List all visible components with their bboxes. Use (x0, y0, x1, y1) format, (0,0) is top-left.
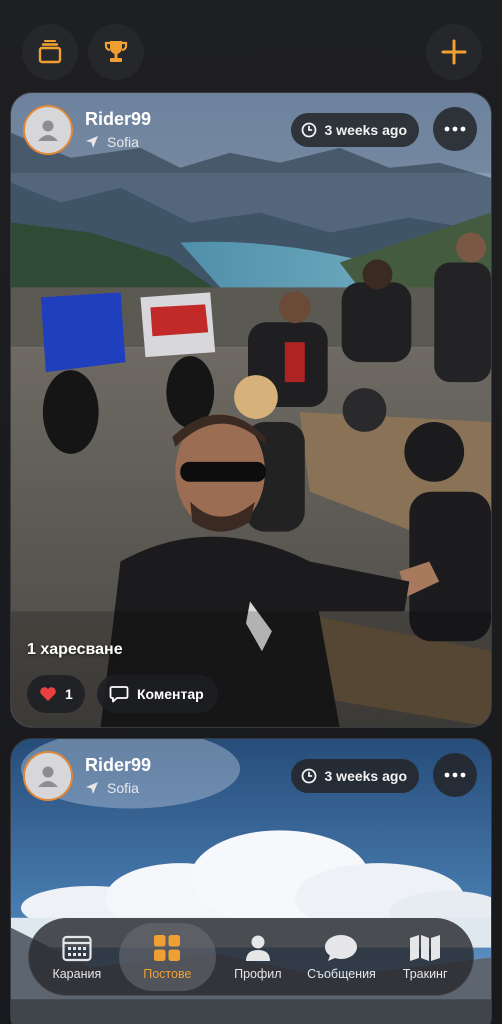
trophy-icon (104, 41, 128, 62)
cards-button[interactable] (22, 24, 78, 80)
more-dots-icon (444, 126, 466, 132)
bottom-navigation: Карания Постове Профил Съобщения Тракинг (28, 918, 474, 996)
location-label: Sofia (107, 780, 139, 796)
like-count: 1 (65, 686, 73, 702)
location-arrow-icon (86, 136, 98, 148)
leaderboard-button[interactable] (88, 24, 144, 80)
nav-label: Тракинг (402, 966, 448, 981)
chat-bubble-icon (325, 934, 358, 961)
plus-icon (441, 39, 467, 65)
more-options-button[interactable] (433, 753, 477, 797)
timestamp-pill: 3 weeks ago (290, 759, 419, 793)
avatar[interactable] (23, 105, 73, 155)
username[interactable]: Rider99 (85, 755, 151, 776)
location-arrow-icon (86, 782, 98, 794)
person-placeholder-icon (38, 120, 58, 141)
nav-item-rides[interactable]: Карания (35, 923, 119, 991)
location-label: Sofia (107, 134, 139, 150)
post-photo[interactable] (11, 93, 491, 727)
nav-label: Профил (234, 966, 282, 981)
nav-label: Съобщения (307, 966, 376, 981)
calendar-icon (62, 935, 92, 961)
more-options-button[interactable] (433, 107, 477, 151)
posts-screen: Rider99 Sofia 3 weeks ago 1 харесване 1 (0, 0, 502, 1024)
person-icon (245, 935, 270, 961)
comment-button[interactable]: Коментар (97, 675, 218, 713)
timestamp-label: 3 weeks ago (324, 122, 408, 138)
post-card[interactable]: Rider99 Sofia 3 weeks ago 1 харесване 1 (10, 92, 492, 728)
timestamp-pill: 3 weeks ago (290, 113, 419, 147)
comment-bubble-icon (109, 686, 129, 703)
nav-item-profile[interactable]: Профил (216, 923, 300, 991)
heart-icon (40, 687, 56, 701)
location: Sofia (85, 134, 139, 150)
grid-icon (154, 934, 181, 961)
like-button[interactable]: 1 (27, 675, 85, 713)
nav-item-posts[interactable]: Постове (118, 923, 216, 991)
username[interactable]: Rider99 (85, 109, 151, 130)
location: Sofia (85, 780, 139, 796)
nav-label: Карания (52, 966, 102, 981)
clock-icon (301, 768, 316, 784)
map-icon (410, 934, 441, 961)
person-placeholder-icon (38, 766, 58, 787)
comment-label: Коментар (137, 686, 204, 702)
clock-icon (301, 122, 316, 138)
timestamp-label: 3 weeks ago (324, 768, 408, 784)
nav-item-tracking[interactable]: Тракинг (383, 923, 467, 991)
more-dots-icon (444, 772, 466, 778)
nav-label: Постове (143, 966, 192, 981)
likes-count-text[interactable]: 1 харесване (27, 641, 123, 659)
create-post-button[interactable] (426, 24, 482, 80)
cards-stack-icon (38, 40, 62, 64)
avatar[interactable] (23, 751, 73, 801)
nav-item-messages[interactable]: Съобщения (300, 923, 384, 991)
